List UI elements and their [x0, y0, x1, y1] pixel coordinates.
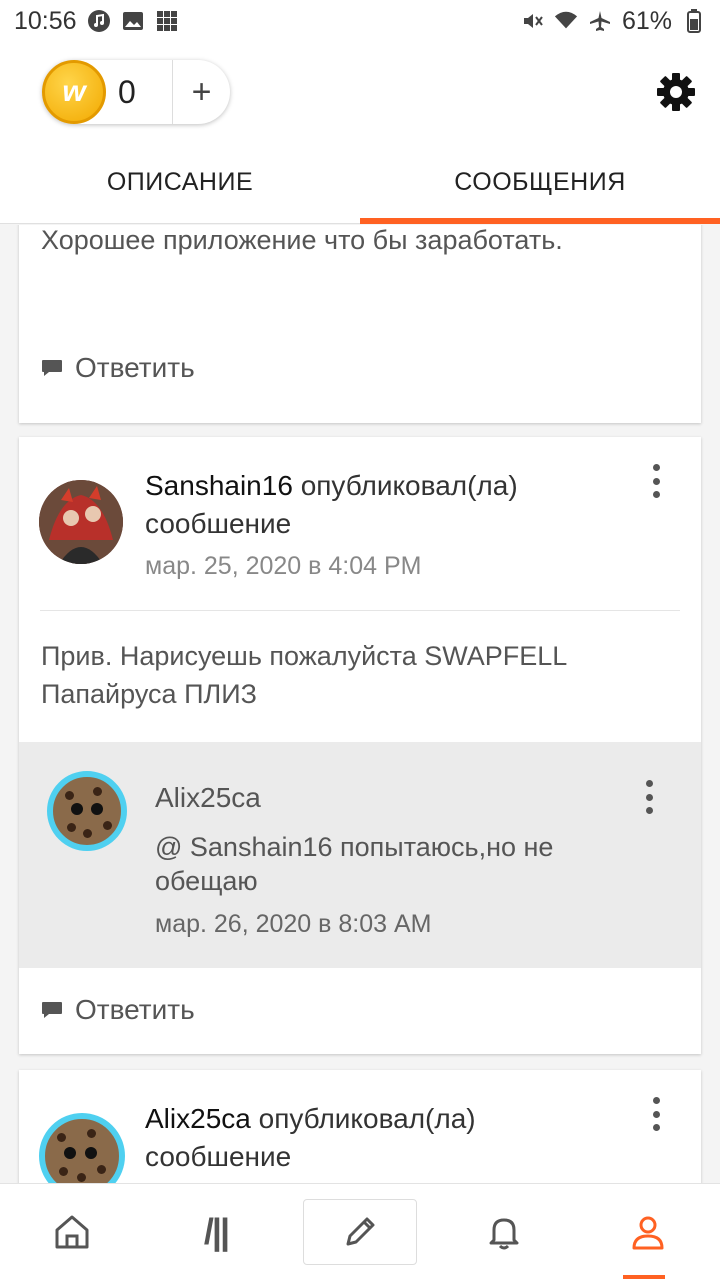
message-text: Прив. Нарисуешь пожалуйста SWAPFELL Папа…: [41, 641, 567, 709]
reply-label: Ответить: [75, 994, 195, 1025]
message-text: Хорошее приложение что бы заработать.: [41, 225, 563, 255]
author-name[interactable]: Sanshain16: [145, 470, 293, 501]
tab-description[interactable]: ОПИСАНИЕ: [0, 142, 360, 223]
messages-feed[interactable]: Хорошее приложение что бы заработать. От…: [0, 225, 720, 1183]
nav-home[interactable]: [15, 1199, 129, 1265]
battery-percent: 61%: [621, 6, 672, 35]
image-icon: [121, 9, 145, 33]
airplane-icon: [588, 9, 612, 33]
avatar[interactable]: [39, 1113, 125, 1183]
reply-date: мар. 26, 2020 в 8:03 AM: [155, 910, 432, 938]
nav-library[interactable]: /||: [159, 1199, 273, 1265]
settings-gear-icon[interactable]: [656, 72, 696, 112]
author-name[interactable]: Alix25ca: [145, 1103, 251, 1134]
more-options-icon[interactable]: [643, 780, 655, 814]
more-options-icon[interactable]: [650, 464, 662, 498]
reply-author[interactable]: Alix25ca: [155, 782, 261, 814]
avatar[interactable]: [39, 480, 123, 564]
comment-icon: [42, 360, 62, 376]
add-coins-button[interactable]: +: [173, 60, 230, 124]
notifications-icon: [489, 1218, 519, 1250]
clock: 10:56: [14, 6, 77, 35]
mute-icon: [520, 9, 544, 33]
more-options-icon[interactable]: [650, 1097, 662, 1131]
post-header: Alix25ca опубликовал(ла) сообшение: [145, 1100, 625, 1176]
app-header: w 0 +: [0, 42, 720, 142]
reply-thread: Alix25ca @ Sanshain16 попытаюсь,но не об…: [19, 742, 701, 968]
coin-count: 0: [118, 74, 136, 110]
reply-button[interactable]: Ответить: [41, 352, 195, 384]
reply-text: @ Sanshain16 попытаюсь,но не обещаю: [155, 832, 554, 896]
grid-icon: [155, 9, 179, 33]
home-icon: [55, 1215, 89, 1249]
post-date: мар. 25, 2020 в 4:04 PM: [145, 552, 422, 580]
nav-profile[interactable]: [591, 1199, 705, 1279]
nav-notifications[interactable]: [447, 1199, 561, 1265]
reply-label: Ответить: [75, 352, 195, 383]
status-bar: 10:56 61%: [0, 0, 720, 42]
message-card: Хорошее приложение что бы заработать. От…: [19, 225, 701, 423]
library-icon: /||: [203, 1211, 230, 1252]
divider: [40, 610, 680, 611]
active-indicator: [623, 1275, 665, 1279]
music-icon: [87, 9, 111, 33]
comment-icon: [42, 1002, 62, 1018]
battery-icon: [682, 9, 706, 33]
message-card: Alix25ca опубликовал(ла) сообшение: [19, 1070, 701, 1183]
nav-write[interactable]: [303, 1199, 417, 1265]
profile-icon: [632, 1216, 664, 1250]
tab-bar: ОПИСАНИЕ СООБЩЕНИЯ: [0, 142, 720, 224]
write-icon: [346, 1217, 375, 1246]
post-header: Sanshain16 опубликовал(ла) сообшение мар…: [145, 467, 625, 585]
tab-messages[interactable]: СООБЩЕНИЯ: [360, 142, 720, 224]
coin-icon: w: [42, 60, 106, 124]
wifi-icon: [554, 9, 578, 33]
message-card: Sanshain16 опубликовал(ла) сообшение мар…: [19, 437, 701, 1054]
reply-button[interactable]: Ответить: [41, 994, 195, 1026]
bottom-navigation: /||: [0, 1183, 720, 1280]
avatar[interactable]: [47, 771, 127, 851]
coin-balance[interactable]: w 0 +: [42, 60, 230, 124]
